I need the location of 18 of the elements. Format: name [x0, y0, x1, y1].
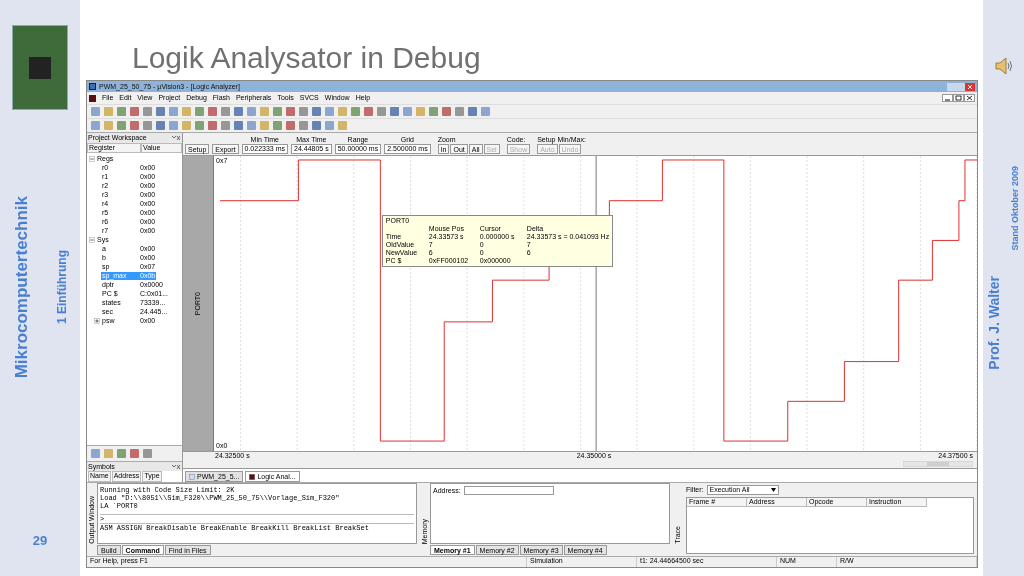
dropdown-arrow-icon — [770, 488, 776, 492]
document-icon — [189, 473, 195, 480]
document-icon — [89, 94, 96, 102]
app-icon — [89, 83, 96, 90]
document-icon — [249, 473, 256, 480]
date-text: Stand Oktober 2009 — [1009, 166, 1022, 251]
course-title: Mikrocomputertechnik — [11, 195, 33, 379]
mdi-controls-icon — [942, 94, 975, 102]
pin-close-icon — [172, 135, 181, 141]
page-number: 29 — [32, 531, 48, 550]
author-name: Prof. J. Walter — [985, 276, 1004, 370]
slide-title: Logik Analysator in Debug — [131, 40, 482, 76]
pin-close-icon — [172, 463, 181, 470]
address-field[interactable] — [463, 486, 554, 495]
chapter-title: 1 Einführung — [53, 250, 70, 324]
window-controls-icon — [947, 82, 975, 91]
chip-drawing — [29, 56, 51, 79]
speaker-icon — [993, 56, 1014, 76]
